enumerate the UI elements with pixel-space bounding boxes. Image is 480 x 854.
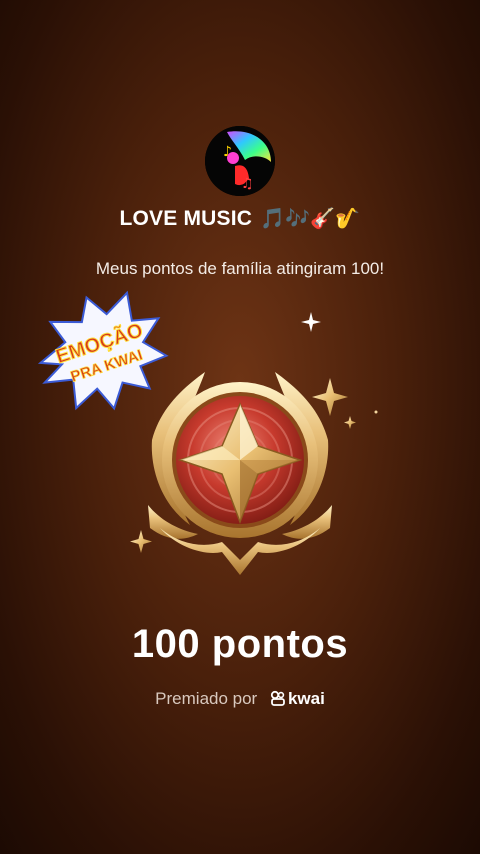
channel-name: LOVE MUSIC [119,207,253,230]
channel-avatar[interactable]: ♪ ♫ [205,126,275,196]
channel-title: LOVE MUSIC 🎵🎶🎸🎷 [0,206,480,231]
awarded-by: Premiado por kwai [0,689,480,711]
brand-name: kwai [287,689,325,708]
awarded-by-label: Premiado por [155,689,258,708]
svg-text:♫: ♫ [241,176,254,192]
points-value: 100 pontos [131,622,349,666]
kwai-icon [270,690,286,711]
svg-text:♪: ♪ [223,144,232,160]
achievement-message: Meus pontos de família atingiram 100! [95,259,385,278]
sparkle-icon [301,312,321,332]
promo-sticker: EMOÇÃO PRA KWAI [37,290,169,411]
badge-artwork: EMOÇÃO PRA KWAI [37,290,378,575]
kwai-logo: kwai [270,689,325,708]
music-emoji: 🎵🎶🎸🎷 [260,208,361,230]
